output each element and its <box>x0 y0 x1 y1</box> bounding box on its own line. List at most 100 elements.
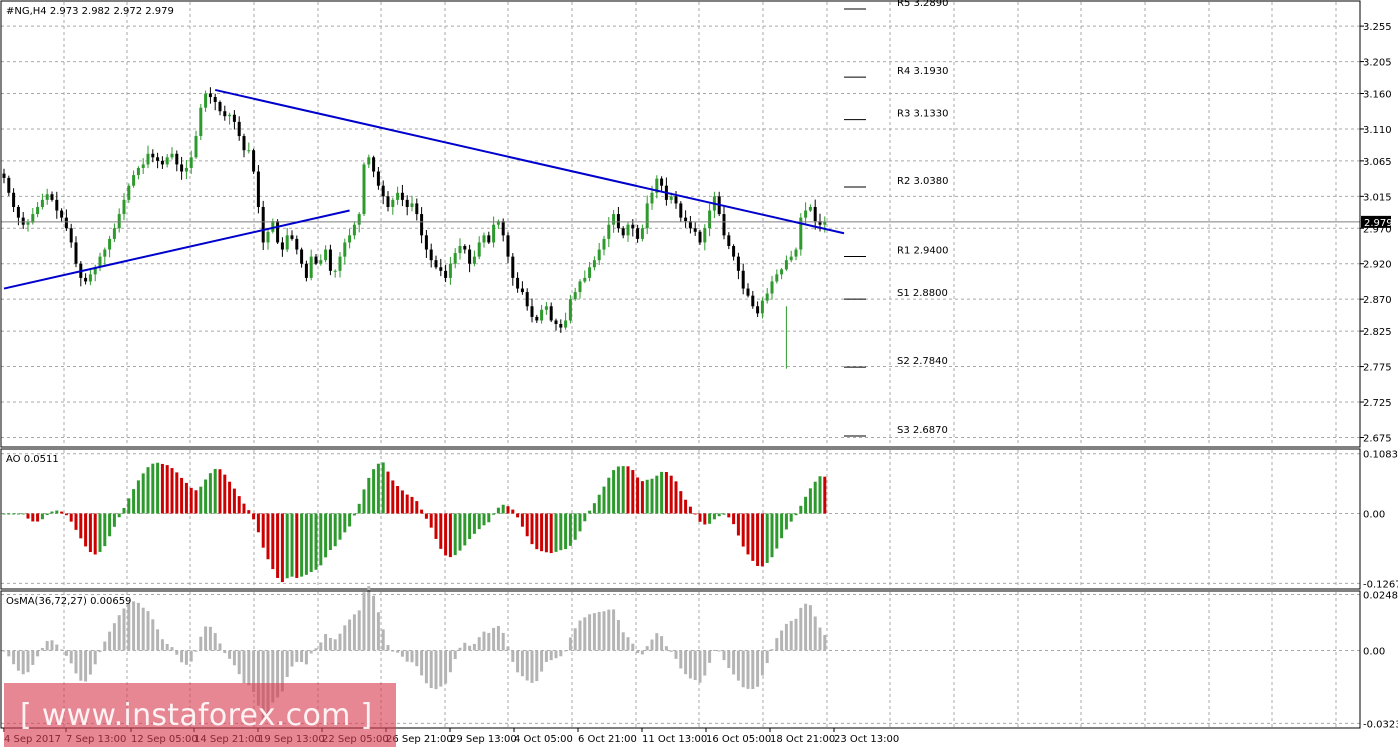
candle-body <box>372 157 376 172</box>
indicator-bar <box>74 513 78 530</box>
indicator-bar <box>736 650 740 681</box>
candle-body <box>314 256 318 264</box>
indicator-bar <box>252 513 256 520</box>
indicator-bar <box>770 513 774 558</box>
indicator-bar <box>280 513 284 583</box>
indicator-bar <box>12 513 16 515</box>
candle-body <box>770 281 774 294</box>
indicator-bar <box>415 650 419 667</box>
candle-body <box>732 245 736 257</box>
indicator-bar <box>434 650 438 690</box>
candle-body <box>141 164 145 168</box>
indicator-bar <box>228 481 232 514</box>
candle-body <box>722 214 726 236</box>
candle-body <box>424 235 428 250</box>
indicator-bar <box>540 513 544 552</box>
indicator-bar <box>213 468 217 514</box>
indicator-bar <box>496 507 500 514</box>
candle-body <box>727 235 731 246</box>
indicator-bar <box>88 513 92 553</box>
indicator-bar <box>381 629 385 651</box>
indicator-bar <box>300 513 304 577</box>
indicator-bar <box>583 617 587 651</box>
candle-body <box>84 277 88 282</box>
indicator-bar <box>616 466 620 514</box>
candle-body <box>746 288 750 296</box>
candle-body <box>74 242 78 264</box>
candle-body <box>156 157 160 161</box>
indicator-bar <box>650 639 654 651</box>
candle-body <box>506 235 510 257</box>
indicator-bar <box>136 602 140 651</box>
indicator-bar <box>309 513 313 573</box>
candle-body <box>554 320 558 325</box>
indicator-bar <box>93 650 97 665</box>
candle-body <box>36 206 40 215</box>
indicator-bar <box>511 650 515 662</box>
indicator-bar <box>482 513 486 526</box>
indicator-bar <box>232 650 236 666</box>
indicator-bar <box>7 513 11 515</box>
indicator-bar <box>247 510 251 514</box>
indicator-bar <box>328 637 332 651</box>
candle-body <box>511 256 515 278</box>
indicator-bar <box>592 613 596 651</box>
x-tick-label: 26 Sep 21:00 <box>386 734 453 745</box>
candle-body <box>295 238 299 250</box>
indicator-bar <box>319 513 323 566</box>
watermark-text: [ www.instaforex.com ] <box>20 697 373 733</box>
indicator-bar <box>266 513 270 560</box>
indicator-bar <box>472 643 476 651</box>
candle-body <box>208 93 212 98</box>
indicator-bar <box>247 650 251 686</box>
candle-body <box>684 217 688 222</box>
candle-body <box>136 167 140 176</box>
indicator-bar <box>348 619 352 651</box>
indicator-bar <box>40 513 44 520</box>
indicator-bar <box>669 650 673 652</box>
indicator-bar <box>453 650 457 660</box>
indicator-bar <box>103 641 107 651</box>
indicator-bar <box>612 609 616 651</box>
indicator-bar <box>218 643 222 651</box>
indicator-bar <box>765 650 769 663</box>
candle-body <box>775 274 779 282</box>
indicator-bar <box>823 476 827 514</box>
indicator-bar <box>794 513 798 516</box>
candle-body <box>31 214 35 223</box>
indicator-bar <box>127 498 131 514</box>
indicator-bar <box>160 463 164 514</box>
indicator-bar <box>338 633 342 651</box>
pivot-label: S1 2.8800 <box>897 288 948 299</box>
indicator-bar <box>304 513 308 575</box>
candle-body <box>607 224 611 239</box>
indicator-bar <box>463 642 467 651</box>
indicator-bar <box>333 513 337 547</box>
indicator-bar <box>180 477 184 514</box>
indicator-bar <box>660 636 664 651</box>
candle-body <box>626 224 630 236</box>
candle-body <box>60 210 64 218</box>
indicator-bar <box>146 467 150 514</box>
indicator-bar <box>348 513 352 527</box>
indicator-bar <box>688 506 692 514</box>
current-price-label: 2.979 <box>1364 218 1393 229</box>
indicator-bar <box>21 513 25 515</box>
indicator-bar <box>559 650 563 657</box>
indicator-bar <box>684 650 688 675</box>
indicator-bar <box>626 637 630 651</box>
indicator-bar <box>69 513 73 522</box>
indicator-bar <box>424 650 428 684</box>
indicator-bar <box>261 513 265 548</box>
candle-body <box>660 178 664 186</box>
candle-body <box>444 270 448 278</box>
indicator-bar <box>756 650 760 687</box>
candle-body <box>520 288 524 293</box>
indicator-bar <box>429 513 433 528</box>
indicator-bar <box>717 650 721 652</box>
symbol-header: #NG,H4 2.973 2.982 2.972 2.979 <box>6 6 174 17</box>
indicator-bar <box>765 513 769 563</box>
indicator-bar <box>804 603 808 651</box>
x-tick-label: 16 Oct 05:00 <box>706 734 771 745</box>
candle-body <box>256 171 260 207</box>
